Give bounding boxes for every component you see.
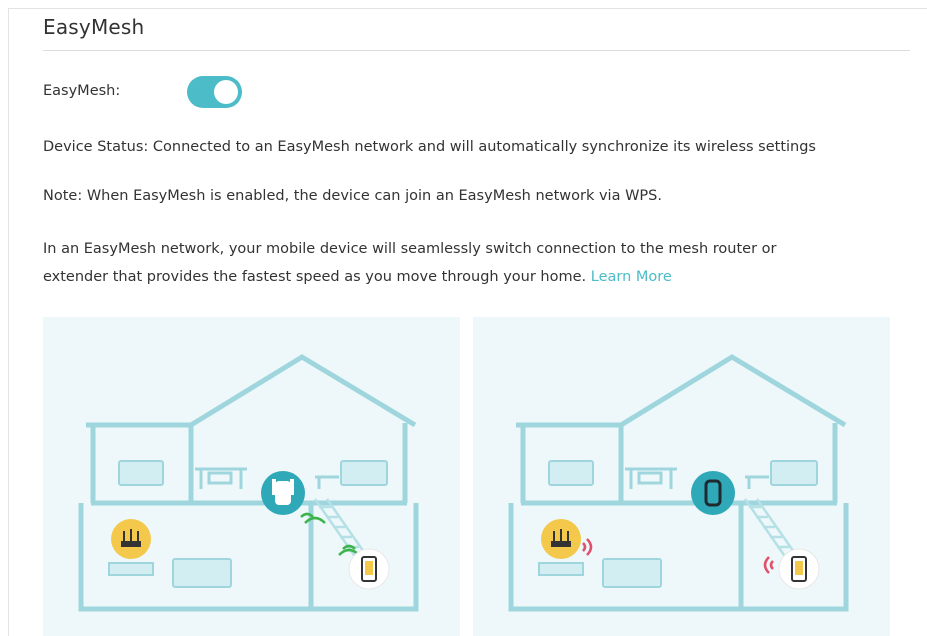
easymesh-label: EasyMesh: — [43, 83, 121, 99]
phone-icon — [778, 548, 820, 590]
house-illustration-router — [473, 317, 890, 636]
easymesh-toggle[interactable] — [187, 76, 242, 108]
title-divider — [43, 50, 910, 51]
router-icon — [541, 519, 581, 559]
description-line-2: extender that provides the fastest speed… — [43, 262, 672, 292]
description-line-2-text: extender that provides the fastest speed… — [43, 269, 587, 285]
house-illustration-extender — [43, 317, 460, 636]
learn-more-link[interactable]: Learn More — [591, 269, 672, 285]
extender-icon — [691, 471, 735, 515]
note-text: Note: When EasyMesh is enabled, the devi… — [43, 188, 662, 204]
device-status-text: Device Status: Connected to an EasyMesh … — [43, 139, 816, 155]
toggle-knob — [214, 80, 238, 104]
extender-icon — [261, 471, 305, 515]
section-title: EasyMesh — [43, 15, 145, 39]
router-icon — [111, 519, 151, 559]
description-line-1: In an EasyMesh network, your mobile devi… — [43, 241, 777, 257]
phone-icon — [348, 548, 390, 590]
